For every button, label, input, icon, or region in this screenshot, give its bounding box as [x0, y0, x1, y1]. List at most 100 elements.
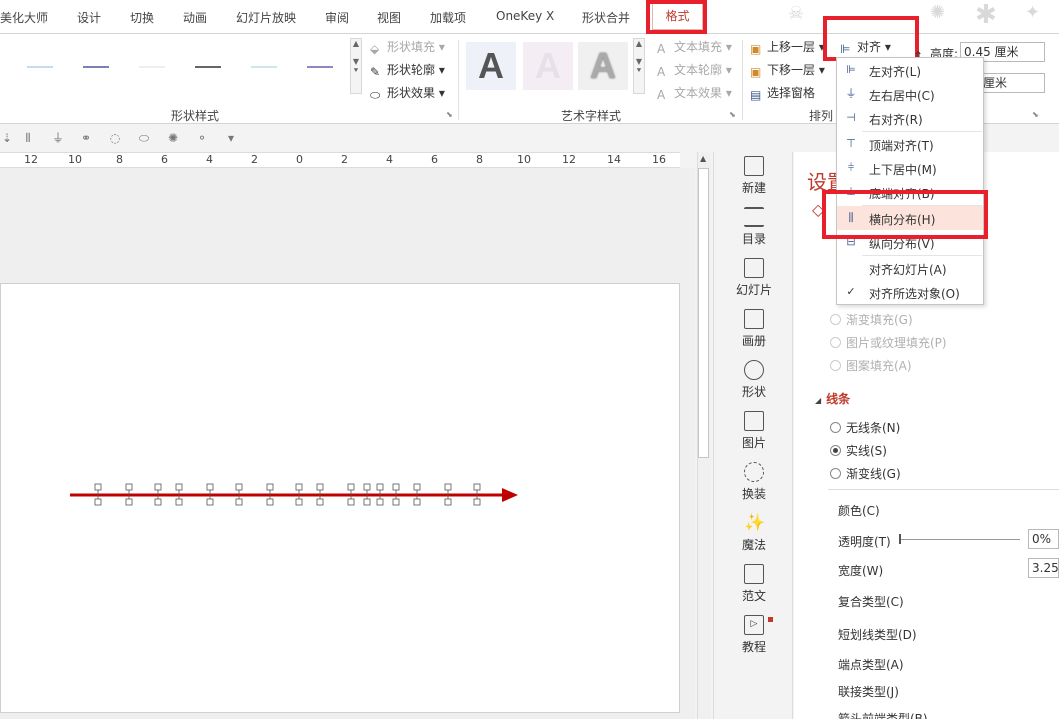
- timeline-arrow-shape[interactable]: [60, 480, 530, 510]
- text-outline-button[interactable]: A 文本轮廓 ▾: [657, 61, 732, 79]
- tab-animations[interactable]: 动画: [183, 9, 207, 26]
- tab-view[interactable]: 视图: [377, 9, 401, 26]
- menu-item-align-middle[interactable]: ⫩ 上下居中(M): [837, 156, 983, 180]
- timeline-marker[interactable]: [473, 498, 481, 506]
- wordart-style-2[interactable]: A: [523, 42, 573, 90]
- menu-item-align-to-slide[interactable]: 对齐幻灯片(A): [837, 256, 983, 280]
- timeline-marker[interactable]: [295, 483, 303, 491]
- fill-option-gradient[interactable]: 渐变填充(G): [830, 311, 913, 328]
- timeline-marker[interactable]: [413, 498, 421, 506]
- sidebar-item-templates[interactable]: 范文: [726, 564, 782, 604]
- distribute-icon[interactable]: ⫴: [21, 131, 35, 145]
- timeline-marker[interactable]: [154, 498, 162, 506]
- tab-transitions[interactable]: 切换: [130, 9, 154, 26]
- sidebar-item-shapes[interactable]: 形状: [726, 360, 782, 400]
- wordart-style-1[interactable]: A: [466, 42, 516, 90]
- merge-shapes-icon[interactable]: ⚭: [79, 131, 93, 145]
- fill-option-picture[interactable]: 图片或纹理填充(P): [830, 334, 947, 351]
- launcher-icon[interactable]: ⬊: [446, 110, 453, 119]
- timeline-marker[interactable]: [154, 483, 162, 491]
- wordart-gallery-scroll[interactable]: ▲ ▼ ⯆: [633, 38, 645, 94]
- transparency-input[interactable]: 0%: [1028, 529, 1059, 549]
- timeline-marker[interactable]: [175, 498, 183, 506]
- menu-item-align-selected[interactable]: ✓ 对齐所选对象(O): [837, 280, 983, 304]
- timeline-marker[interactable]: [295, 498, 303, 506]
- scrollbar-thumb[interactable]: [698, 168, 709, 458]
- timeline-marker[interactable]: [347, 483, 355, 491]
- timeline-marker[interactable]: [235, 483, 243, 491]
- line-option-solid[interactable]: 实线(S): [830, 442, 887, 459]
- timeline-marker[interactable]: [444, 483, 452, 491]
- timeline-marker[interactable]: [376, 498, 384, 506]
- align-center-icon[interactable]: ⏚: [51, 131, 65, 145]
- line-style-sample-5[interactable]: [251, 66, 277, 68]
- tab-onekey[interactable]: OneKey X: [496, 9, 554, 23]
- intersect-icon[interactable]: ⬭: [137, 131, 151, 145]
- tab-addins[interactable]: 加载项: [430, 9, 466, 26]
- timeline-marker[interactable]: [392, 498, 400, 506]
- sidebar-item-album[interactable]: 画册: [726, 309, 782, 349]
- timeline-marker[interactable]: [206, 483, 214, 491]
- shape-style-gallery-scroll[interactable]: ▲ ▼ ⯆: [350, 38, 362, 94]
- timeline-marker[interactable]: [266, 498, 274, 506]
- line-style-sample-1[interactable]: [27, 66, 53, 68]
- timeline-marker[interactable]: [175, 483, 183, 491]
- timeline-marker[interactable]: [316, 483, 324, 491]
- wordart-style-3[interactable]: A: [578, 42, 628, 90]
- timeline-marker[interactable]: [316, 498, 324, 506]
- send-backward-button[interactable]: ▣ 下移一层 ▾: [750, 61, 825, 79]
- sidebar-item-restyle[interactable]: 换装: [726, 462, 782, 502]
- transparency-slider-thumb[interactable]: [899, 534, 901, 544]
- tab-beautify-master[interactable]: 美化大师: [0, 9, 48, 26]
- line-style-sample-3[interactable]: [139, 66, 165, 68]
- timeline-marker[interactable]: [347, 498, 355, 506]
- selection-pane-button[interactable]: ▤ 选择窗格: [750, 84, 815, 102]
- line-section-header[interactable]: ◢ 线条: [815, 390, 850, 407]
- shape-fill-button[interactable]: ⬙ 形状填充 ▾: [370, 38, 445, 56]
- sidebar-item-new[interactable]: 新建: [726, 156, 782, 196]
- tab-design[interactable]: 设计: [77, 9, 101, 26]
- combine-icon[interactable]: ✺: [166, 131, 180, 145]
- fill-option-pattern[interactable]: 图案填充(A): [830, 357, 912, 374]
- timeline-marker[interactable]: [94, 483, 102, 491]
- line-option-none[interactable]: 无线条(N): [830, 419, 900, 436]
- sidebar-item-toc[interactable]: 目录: [726, 207, 782, 247]
- menu-item-align-left[interactable]: ⊫ 左对齐(L): [837, 58, 983, 82]
- text-fill-button[interactable]: A 文本填充 ▾: [657, 38, 732, 56]
- sidebar-item-slides[interactable]: 幻灯片: [726, 258, 782, 298]
- timeline-marker[interactable]: [473, 483, 481, 491]
- tab-shape-merge[interactable]: 形状合并: [582, 9, 630, 26]
- sidebar-item-magic[interactable]: ✨ 魔法: [726, 513, 782, 553]
- tab-review[interactable]: 审阅: [325, 9, 349, 26]
- timeline-marker[interactable]: [235, 498, 243, 506]
- timeline-marker[interactable]: [266, 483, 274, 491]
- text-effect-button[interactable]: A 文本效果 ▾: [657, 84, 732, 102]
- line-style-sample-6[interactable]: [307, 66, 333, 68]
- timeline-marker[interactable]: [376, 483, 384, 491]
- line-style-sample-4[interactable]: [195, 66, 221, 68]
- timeline-marker[interactable]: [125, 498, 133, 506]
- tab-slideshow[interactable]: 幻灯片放映: [236, 9, 296, 26]
- shape-outline-button[interactable]: ✎ 形状轮廓 ▾: [370, 61, 445, 79]
- menu-item-align-top[interactable]: ⊤ 顶端对齐(T): [837, 132, 983, 156]
- sidebar-item-pictures[interactable]: 图片: [726, 411, 782, 451]
- timeline-marker[interactable]: [413, 483, 421, 491]
- timeline-marker[interactable]: [94, 498, 102, 506]
- bring-forward-button[interactable]: ▣ 上移一层 ▾: [750, 38, 825, 56]
- scroll-up-icon[interactable]: ▲: [700, 154, 706, 163]
- timeline-marker[interactable]: [363, 498, 371, 506]
- menu-item-align-right[interactable]: ⊣ 右对齐(R): [837, 106, 983, 130]
- timeline-marker[interactable]: [206, 498, 214, 506]
- timeline-marker[interactable]: [392, 483, 400, 491]
- width-input-panel[interactable]: 3.25: [1028, 558, 1059, 578]
- subtract-icon[interactable]: ⚬: [195, 131, 209, 145]
- line-style-sample-2[interactable]: [83, 66, 109, 68]
- launcher-icon[interactable]: ⬊: [729, 110, 736, 119]
- transparency-slider[interactable]: [900, 539, 1020, 540]
- menu-item-align-center[interactable]: ⏚ 左右居中(C): [837, 82, 983, 106]
- line-option-gradient[interactable]: 渐变线(G): [830, 465, 901, 482]
- download-icon[interactable]: ⇣: [0, 131, 14, 145]
- fragment-icon[interactable]: ◌: [108, 131, 122, 145]
- launcher-icon[interactable]: ⬊: [1032, 110, 1039, 119]
- timeline-marker[interactable]: [444, 498, 452, 506]
